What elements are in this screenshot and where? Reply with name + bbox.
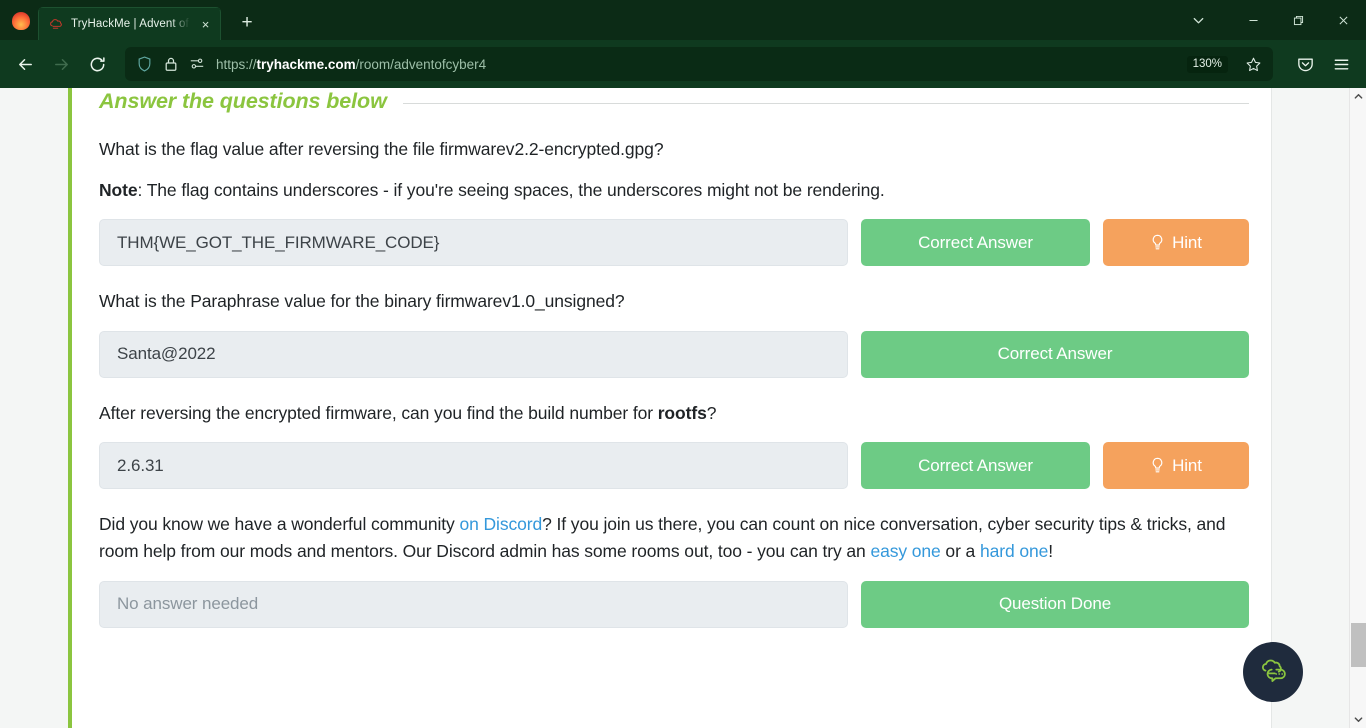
question-3-prompt: After reversing the encrypted firmware, … [99, 400, 1249, 427]
firefox-logo-icon [10, 10, 32, 32]
question-2-answer-input[interactable]: Santa@2022 [99, 330, 848, 378]
window-controls [1165, 0, 1366, 40]
question-1-prompt: What is the flag value after reversing t… [99, 139, 664, 159]
zoom-level-badge[interactable]: 130% [1186, 55, 1228, 73]
question-1-hint-label: Hint [1172, 232, 1202, 252]
url-domain: tryhackme.com [256, 56, 356, 72]
page-scrollbar[interactable] [1349, 88, 1366, 728]
bookmark-star-icon[interactable] [1239, 50, 1267, 78]
discord-text-3: or a [940, 540, 980, 561]
note-label: Note [99, 179, 138, 200]
toolbar-right-buttons [1288, 47, 1358, 81]
question-3-answer-input[interactable]: 2.6.31 [99, 442, 848, 490]
question-done-button[interactable]: Question Done [861, 580, 1249, 628]
site-permissions-icon[interactable] [188, 56, 205, 73]
scroll-down-arrow-icon[interactable] [1350, 711, 1366, 728]
pocket-icon[interactable] [1288, 47, 1322, 81]
tab-close-icon[interactable]: × [197, 16, 214, 33]
question-3-hint-label: Hint [1172, 455, 1202, 475]
question-1-answer-input[interactable]: THM{WE_GOT_THE_FIRMWARE_CODE} [99, 219, 848, 267]
question-1-note: Note: The flag contains underscores - if… [99, 177, 1249, 204]
question-4-answer-input[interactable]: No answer needed [99, 580, 848, 628]
scroll-up-arrow-icon[interactable] [1350, 88, 1366, 105]
reload-button-icon[interactable] [80, 47, 114, 81]
question-1-row: THM{WE_GOT_THE_FIRMWARE_CODE} Correct An… [99, 219, 1249, 267]
tryhackme-cloud-favicon [49, 17, 64, 32]
tab-title: TryHackMe | Advent of Cyber 20 [71, 18, 190, 30]
page-title: Answer the questions below [99, 89, 387, 113]
question-3-prompt-a: After reversing the encrypted firmware, … [99, 402, 658, 423]
forward-button-icon[interactable] [44, 47, 78, 81]
tab-strip: TryHackMe | Advent of Cyber 20 × + [0, 0, 1366, 40]
chat-bubble-fab[interactable] [1243, 642, 1303, 702]
question-2-prompt: What is the Paraphrase value for the bin… [99, 291, 625, 312]
note-text: : The flag contains underscores - if you… [137, 179, 885, 200]
easy-room-link[interactable]: easy one [870, 541, 940, 561]
question-3-prompt-b: ? [706, 402, 717, 423]
question-3-correct-answer-button[interactable]: Correct Answer [861, 442, 1090, 490]
question-4-row: No answer needed Question Done [99, 580, 1249, 628]
question-2-row: Santa@2022 Correct Answer [99, 330, 1249, 378]
question-3-row: 2.6.31 Correct Answer Hint [99, 442, 1249, 490]
shield-icon[interactable] [136, 56, 153, 73]
new-tab-button[interactable]: + [233, 9, 261, 37]
task-card: Answer the questions below What is the f… [68, 88, 1272, 728]
url-scheme: https:// [216, 56, 257, 72]
discord-link[interactable]: on Discord [459, 514, 542, 534]
app-menu-icon[interactable] [1324, 47, 1358, 81]
lightbulb-icon [1150, 457, 1165, 474]
url-path: /room/adventofcyber4 [355, 56, 487, 72]
padlock-icon[interactable] [162, 56, 179, 73]
navigation-toolbar: https://tryhackme.com/room/adventofcyber… [0, 40, 1366, 88]
browser-tab[interactable]: TryHackMe | Advent of Cyber 20 × [38, 7, 221, 40]
hard-room-link[interactable]: hard one [980, 541, 1048, 561]
answers-header: Answer the questions below [99, 88, 1249, 114]
question-3-prompt-bold: rootfs [657, 402, 707, 423]
lightbulb-icon [1150, 234, 1165, 251]
url-bar[interactable]: https://tryhackme.com/room/adventofcyber… [125, 47, 1273, 81]
question-3-hint-button[interactable]: Hint [1103, 442, 1249, 490]
maximize-restore-icon[interactable] [1276, 0, 1321, 40]
browser-window: TryHackMe | Advent of Cyber 20 × + [0, 0, 1366, 728]
question-1-correct-answer-button[interactable]: Correct Answer [861, 219, 1090, 267]
question-2-correct-answer-button[interactable]: Correct Answer [861, 330, 1249, 378]
page-content: Answer the questions below What is the f… [0, 88, 1349, 728]
task-accent-bar [68, 88, 72, 728]
discord-paragraph: Did you know we have a wonderful communi… [99, 511, 1249, 564]
scrollbar-thumb[interactable] [1350, 623, 1366, 667]
header-divider [402, 102, 1249, 104]
close-window-icon[interactable] [1321, 0, 1366, 40]
discord-text-4: ! [1048, 540, 1054, 561]
page-viewport: Answer the questions below What is the f… [0, 88, 1366, 728]
url-text[interactable]: https://tryhackme.com/room/adventofcyber… [214, 57, 1178, 72]
tab-list-chevron-down-icon[interactable] [1165, 0, 1231, 40]
scrollbar-track[interactable] [1350, 105, 1366, 711]
minimize-icon[interactable] [1231, 0, 1276, 40]
back-button-icon[interactable] [8, 47, 42, 81]
question-1-hint-button[interactable]: Hint [1103, 219, 1249, 267]
discord-text-1: Did you know we have a wonderful communi… [99, 514, 460, 535]
